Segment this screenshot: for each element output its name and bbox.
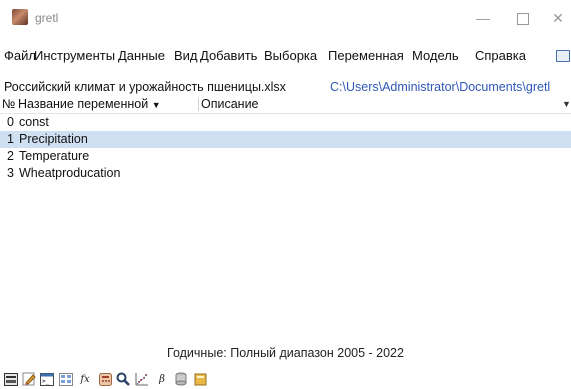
maximize-button[interactable] <box>503 6 543 30</box>
variable-name: Wheatproducation <box>19 166 121 180</box>
function-icon[interactable]: fx <box>78 372 92 386</box>
menu-bar: Файл Инструменты Данные Вид Добавить Выб… <box>0 45 571 67</box>
sort-arrow-icon: ▼ <box>151 100 161 110</box>
variable-name: Temperature <box>19 149 90 163</box>
sample-range-status: Годичные: Полный диапазон 2005 - 2022 <box>167 346 404 360</box>
column-header-description[interactable]: Описание <box>201 96 259 113</box>
scatterplot-icon[interactable] <box>135 372 149 386</box>
menu-variable[interactable]: Переменная <box>328 45 404 67</box>
variable-row-selected[interactable]: 1 Precipitation <box>0 131 571 148</box>
menu-file[interactable]: Файл <box>4 45 36 67</box>
maximize-icon <box>517 13 529 26</box>
menu-sample[interactable]: Выборка <box>264 45 317 67</box>
variable-id: 0 <box>7 115 14 129</box>
variable-row[interactable]: 0 const <box>0 114 571 131</box>
column-header-variable-name-label: Название переменной <box>18 97 149 111</box>
variable-id: 2 <box>7 149 14 163</box>
variable-row[interactable]: 3 Wheatproducation <box>0 165 571 182</box>
dataset-path: C:\Users\Administrator\Documents\gretl <box>330 80 551 94</box>
database-icon[interactable] <box>174 372 188 386</box>
file-info-bar: Российский климат и урожайность пшеницы.… <box>0 78 571 96</box>
close-button[interactable]: ✕ <box>538 6 571 30</box>
variable-name: Precipitation <box>19 132 88 146</box>
window-title: gretl <box>35 11 59 25</box>
title-bar: gretl — ✕ <box>0 0 571 36</box>
menu-help[interactable]: Справка <box>475 45 526 67</box>
variable-id: 3 <box>7 166 14 180</box>
gretl-app-icon <box>12 9 28 25</box>
menu-model[interactable]: Модель <box>412 45 459 67</box>
variable-list-header: № Название переменной ▼ Описание ▼ <box>0 96 571 114</box>
menu-tools[interactable]: Инструменты <box>34 45 115 67</box>
script-editor-icon[interactable] <box>22 372 36 386</box>
beta-icon[interactable]: β <box>155 372 169 386</box>
search-icon[interactable] <box>116 372 130 386</box>
svg-text:>_: >_ <box>42 378 50 385</box>
variable-id: 1 <box>7 132 14 146</box>
minimize-button[interactable]: — <box>463 6 503 30</box>
menu-view[interactable]: Вид <box>174 45 198 67</box>
menu-overflow-icon[interactable] <box>556 50 570 62</box>
variable-row[interactable]: 2 Temperature <box>0 148 571 165</box>
variable-name: const <box>19 115 49 129</box>
column-dropdown-icon[interactable]: ▼ <box>562 96 571 113</box>
calculator-icon[interactable] <box>98 372 112 386</box>
menu-data[interactable]: Данные <box>118 45 165 67</box>
menu-add[interactable]: Добавить <box>200 45 257 67</box>
session-icon-view-icon[interactable] <box>59 372 73 386</box>
bottom-toolbar: >_ fx β <box>0 370 571 389</box>
column-header-variable-name[interactable]: Название переменной ▼ <box>18 96 161 114</box>
dataset-filename: Российский климат и урожайность пшеницы.… <box>4 80 286 94</box>
column-divider[interactable] <box>198 98 199 111</box>
book-icon[interactable] <box>193 372 207 386</box>
terminal-icon[interactable] <box>4 372 18 386</box>
console-icon[interactable]: >_ <box>40 372 54 386</box>
column-header-number[interactable]: № <box>2 96 15 113</box>
